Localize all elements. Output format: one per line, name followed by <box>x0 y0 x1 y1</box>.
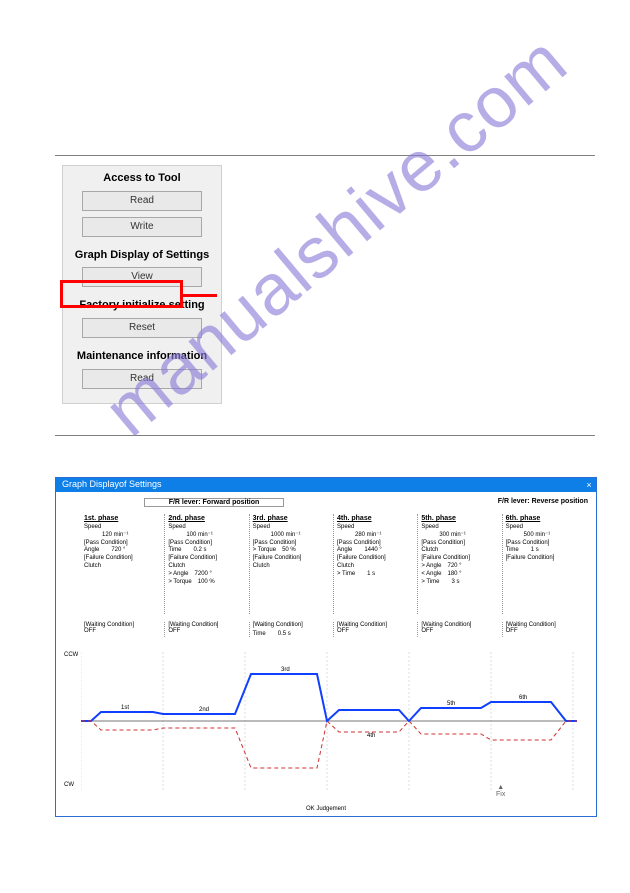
graph-window-title: Graph Displayof Settings <box>62 479 162 489</box>
speed-chart: 1st 2nd 3rd 4th 5th 6th <box>81 652 577 790</box>
phase-6: 6th. phaseSpeed 500 min⁻¹[Pass Condition… <box>502 514 586 614</box>
waiting-row: [Waiting Condition]OFF [Waiting Conditio… <box>81 622 586 637</box>
fix-marker: ▲ Fix <box>496 784 505 798</box>
phase-2: 2nd. phaseSpeed 100 min⁻¹[Pass Condition… <box>164 514 248 614</box>
maintenance-read-button[interactable]: Read <box>82 369 202 389</box>
y-ccw: CCW <box>64 652 78 658</box>
wait-6: [Waiting Condition]OFF <box>502 622 586 637</box>
section-maint-title: Maintenance information <box>63 344 221 367</box>
arrow-up-icon: ▲ <box>496 784 505 791</box>
ok-judgement-label: OK Judgement <box>56 806 596 812</box>
svg-text:4th: 4th <box>367 733 375 739</box>
wait-5: [Waiting Condition]OFF <box>417 622 501 637</box>
graph-window: Graph Displayof Settings × F/R lever: Fo… <box>55 477 597 817</box>
phase-1: 1st. phaseSpeed 120 min⁻¹[Pass Condition… <box>81 514 164 614</box>
phase-4: 4th. phaseSpeed 280 min⁻¹[Pass Condition… <box>333 514 417 614</box>
phase-5: 5th. phaseSpeed 300 min⁻¹[Pass Condition… <box>417 514 501 614</box>
fr-reverse-label: F/R lever: Reverse position <box>458 498 588 505</box>
rule-bottom <box>55 435 595 436</box>
highlight-leader <box>183 294 217 297</box>
rule-top <box>55 155 595 156</box>
svg-text:5th: 5th <box>447 701 455 707</box>
phase-columns: 1st. phaseSpeed 120 min⁻¹[Pass Condition… <box>81 514 586 614</box>
wait-4: [Waiting Condition]OFF <box>333 622 417 637</box>
section-access-title: Access to Tool <box>63 166 221 189</box>
graph-window-titlebar: Graph Displayof Settings × <box>56 478 596 492</box>
svg-text:6th: 6th <box>519 695 527 701</box>
graph-view-button[interactable]: View <box>82 267 202 287</box>
wait-2: [Waiting Condition]OFF <box>164 622 248 637</box>
fr-forward-label: F/R lever: Forward position <box>144 498 284 507</box>
wait-3: [Waiting Condition]Time 0.5 s <box>249 622 333 637</box>
access-read-button[interactable]: Read <box>82 191 202 211</box>
factory-reset-button[interactable]: Reset <box>82 318 202 338</box>
access-write-button[interactable]: Write <box>82 217 202 237</box>
svg-text:3rd: 3rd <box>281 667 290 673</box>
svg-text:2nd: 2nd <box>199 707 209 713</box>
close-icon[interactable]: × <box>582 478 596 492</box>
y-cw: CW <box>64 782 74 788</box>
sidebar-panel: Access to Tool Read Write Graph Display … <box>62 165 222 404</box>
phase-3: 3rd. phaseSpeed 1000 min⁻¹[Pass Conditio… <box>249 514 333 614</box>
wait-1: [Waiting Condition]OFF <box>81 622 164 637</box>
fix-label: Fix <box>496 791 505 798</box>
section-graph-title: Graph Display of Settings <box>63 243 221 266</box>
svg-text:1st: 1st <box>121 705 129 711</box>
